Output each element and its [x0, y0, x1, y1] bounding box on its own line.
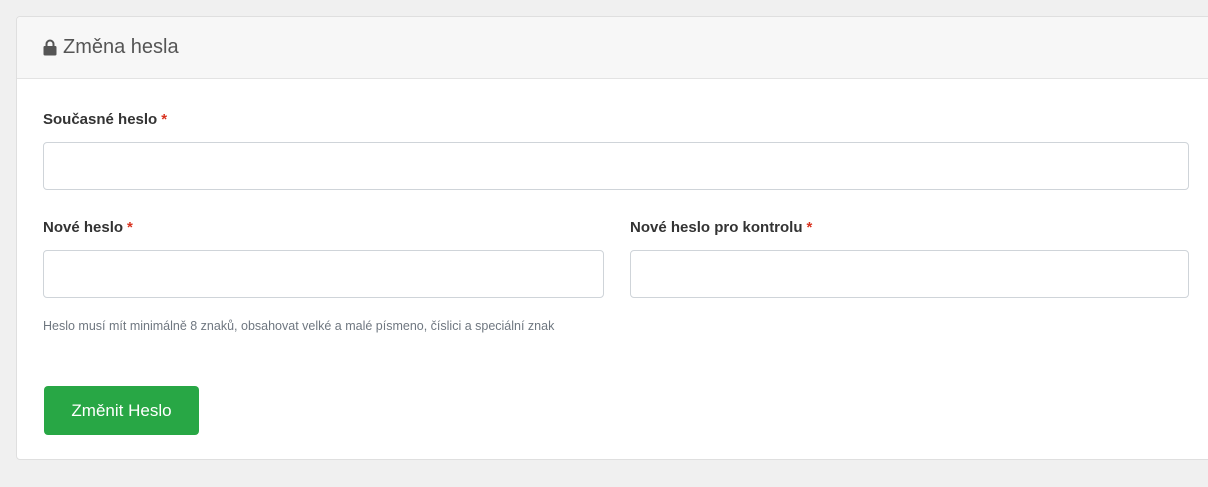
password-change-card: Změna hesla Současné heslo * Nové heslo * …	[16, 16, 1208, 460]
new-password-input[interactable]	[43, 250, 604, 298]
confirm-password-label: Nové heslo pro kontrolu *	[630, 219, 812, 236]
current-password-label-text: Současné heslo	[43, 111, 158, 128]
required-marker: *	[161, 111, 168, 128]
card-header: Změna hesla	[17, 17, 1208, 79]
confirm-password-input[interactable]	[630, 250, 1189, 298]
confirm-password-label-text: Nové heslo pro kontrolu	[630, 219, 803, 236]
required-marker: *	[127, 219, 133, 236]
page: Změna hesla Současné heslo * Nové heslo * …	[0, 0, 1208, 487]
change-password-button[interactable]: Změnit Heslo	[44, 386, 199, 435]
password-requirements-help: Heslo musí mít minimálně 8 znaků, obsaho…	[43, 319, 555, 333]
current-password-input[interactable]	[43, 142, 1189, 190]
required-marker: *	[806, 219, 813, 236]
card-title: Změna hesla	[43, 36, 179, 59]
card-title-text: Změna hesla	[63, 36, 179, 58]
current-password-label: Současné heslo *	[43, 111, 167, 128]
new-password-label-text: Nové heslo	[43, 219, 124, 236]
lock-icon	[43, 39, 57, 56]
new-password-label: Nové heslo *	[43, 219, 133, 236]
